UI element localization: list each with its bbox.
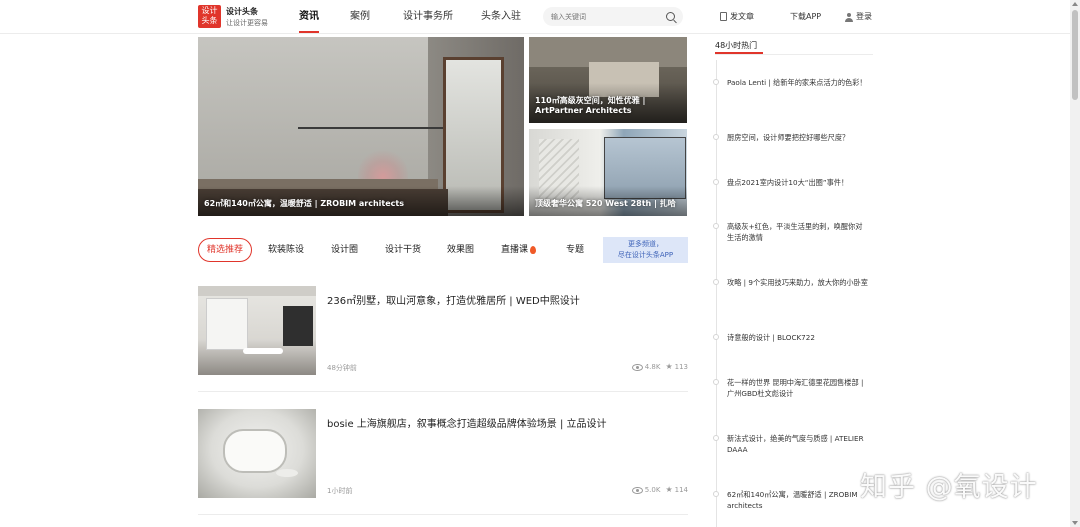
brand-slogan: 让设计更容易 bbox=[226, 19, 268, 27]
star-icon: ★ bbox=[665, 362, 673, 371]
document-icon bbox=[720, 12, 727, 21]
search-box bbox=[543, 7, 683, 26]
timeline-dot bbox=[713, 435, 719, 441]
timeline-dot bbox=[713, 134, 719, 140]
user-icon bbox=[845, 12, 853, 22]
scrollbar-thumb[interactable] bbox=[1072, 10, 1078, 100]
article-views: 4.8K bbox=[644, 363, 661, 371]
eye-icon bbox=[631, 363, 643, 371]
article-title[interactable]: bosie 上海旗舰店，叙事概念打造超级品牌体验场景 | 立品设计 bbox=[327, 415, 607, 430]
hot-list-divider bbox=[715, 54, 873, 55]
tab-renderings[interactable]: 效果图 bbox=[447, 238, 474, 262]
article-stats: 4.8K ★ 113 bbox=[631, 362, 688, 371]
hot-list-item[interactable]: 盘点2021室内设计10大“出圈”事件！ bbox=[727, 177, 869, 188]
article-item[interactable]: 236㎡别墅，取山河意象，打造优雅居所 | WED中熙设计 48分钟前 4.8K… bbox=[198, 286, 688, 376]
timeline-dot bbox=[713, 223, 719, 229]
tab-soft-decoration[interactable]: 软装陈设 bbox=[268, 238, 304, 262]
page-scrollbar[interactable] bbox=[1070, 0, 1080, 527]
tab-topics[interactable]: 专题 bbox=[566, 238, 584, 262]
nav-item-cases[interactable]: 案例 bbox=[350, 0, 370, 33]
hot-list-item[interactable]: 攻略 | 9个实用技巧来助力，放大你的小卧室 bbox=[727, 277, 869, 288]
hot-list-item[interactable]: 厨房空间，设计师要把控好哪些尺度？ bbox=[727, 132, 869, 143]
scroll-up-arrow-icon[interactable] bbox=[1072, 2, 1078, 6]
hero-main-tile[interactable]: 62㎡和140㎡公寓，温暖舒适 | ZROBIM architects bbox=[198, 37, 524, 216]
article-stars: 113 bbox=[674, 363, 688, 371]
article-divider bbox=[198, 514, 688, 515]
nav-item-join[interactable]: 头条入驻 bbox=[481, 0, 521, 33]
hot-list-item[interactable]: 新法式设计，绝美的气度与质感 | ATELIER DAAA bbox=[727, 433, 869, 455]
hot-list-item[interactable]: Paola Lenti | 给新年的家来点活力的色彩！ bbox=[727, 77, 869, 88]
zhihu-watermark: 知乎 @氧设计 bbox=[860, 472, 1038, 503]
logo-line1: 设计 bbox=[201, 6, 218, 15]
article-item[interactable]: bosie 上海旗舰店，叙事概念打造超级品牌体验场景 | 立品设计 1小时前 5… bbox=[198, 409, 688, 499]
timeline-dot bbox=[713, 179, 719, 185]
hot-list-item[interactable]: 花一样的世界 昆明中海汇德里花园售楼部 | 广州GBD杜文彪设计 bbox=[727, 377, 869, 399]
tab-design-tips[interactable]: 设计干货 bbox=[385, 238, 421, 262]
tab-live-class[interactable]: 直播课 bbox=[501, 238, 537, 262]
article-title[interactable]: 236㎡别墅，取山河意象，打造优雅居所 | WED中熙设计 bbox=[327, 292, 580, 307]
hot-list-item[interactable]: 高级灰+红色，平淡生活里的刺，唤醒你对生活的激情 bbox=[727, 221, 869, 243]
tab-featured[interactable]: 精选推荐 bbox=[198, 238, 252, 262]
hero-top-right-caption: 110㎡高级灰空间，知性优雅 | ArtPartner Architects bbox=[535, 96, 646, 115]
more-channels-line2: 尽在设计头条APP bbox=[617, 251, 674, 259]
post-article-button[interactable]: 发文章 bbox=[720, 0, 754, 33]
timeline-line bbox=[716, 60, 717, 527]
timeline-dot bbox=[713, 379, 719, 385]
hero-top-right-tile[interactable]: 110㎡高级灰空间，知性优雅 | ArtPartner Architects bbox=[529, 37, 687, 123]
article-thumbnail[interactable] bbox=[198, 409, 316, 498]
hero-bottom-right-caption: 顶级奢华公寓 520 West 28th | 扎哈 bbox=[535, 199, 676, 208]
more-channels-line1: 更多频道， bbox=[628, 240, 663, 248]
scroll-down-arrow-icon[interactable] bbox=[1072, 521, 1078, 525]
timeline-dot bbox=[713, 491, 719, 497]
eye-icon bbox=[631, 486, 643, 494]
post-article-label: 发文章 bbox=[730, 12, 754, 21]
logo-line2: 头条 bbox=[201, 16, 218, 25]
login-label: 登录 bbox=[856, 12, 872, 21]
tab-design-circle[interactable]: 设计圈 bbox=[331, 238, 358, 262]
top-header: 设计 头条 设计头条 让设计更容易 资讯 案例 设计事务所 头条入驻 发文章 下… bbox=[0, 0, 1070, 34]
search-icon[interactable] bbox=[666, 12, 675, 21]
nav-item-firms[interactable]: 设计事务所 bbox=[403, 0, 453, 33]
site-logo[interactable]: 设计 头条 bbox=[198, 5, 221, 28]
hero-main-caption: 62㎡和140㎡公寓，温暖舒适 | ZROBIM architects bbox=[204, 199, 405, 208]
article-time: 48分钟前 bbox=[327, 364, 357, 372]
timeline-dot bbox=[713, 279, 719, 285]
download-app-button[interactable]: 下载APP bbox=[790, 0, 821, 33]
article-time: 1小时前 bbox=[327, 487, 353, 495]
more-channels-banner[interactable]: 更多频道， 尽在设计头条APP bbox=[603, 237, 688, 263]
hero-bottom-right-tile[interactable]: 顶级奢华公寓 520 West 28th | 扎哈 bbox=[529, 129, 687, 216]
search-input[interactable] bbox=[551, 7, 661, 26]
login-button[interactable]: 登录 bbox=[845, 0, 872, 33]
nav-item-news[interactable]: 资讯 bbox=[299, 0, 319, 33]
tab-live-class-label: 直播课 bbox=[501, 245, 529, 255]
timeline-dot bbox=[713, 334, 719, 340]
article-thumbnail[interactable] bbox=[198, 286, 316, 375]
hot-list-title: 48小时热门 bbox=[715, 41, 764, 54]
article-divider bbox=[198, 391, 688, 392]
fire-icon bbox=[530, 245, 537, 254]
hot-list-item[interactable]: 诗意般的设计 | BLOCK722 bbox=[727, 332, 869, 343]
article-views: 5.0K bbox=[644, 486, 661, 494]
brand-name[interactable]: 设计头条 bbox=[226, 6, 258, 17]
star-icon: ★ bbox=[665, 485, 673, 494]
timeline-dot bbox=[713, 79, 719, 85]
article-stats: 5.0K ★ 114 bbox=[631, 485, 688, 494]
article-stars: 114 bbox=[674, 486, 688, 494]
hot-list-item[interactable]: 62㎡和140㎡公寓，温暖舒适 | ZROBIM architects bbox=[727, 489, 869, 511]
